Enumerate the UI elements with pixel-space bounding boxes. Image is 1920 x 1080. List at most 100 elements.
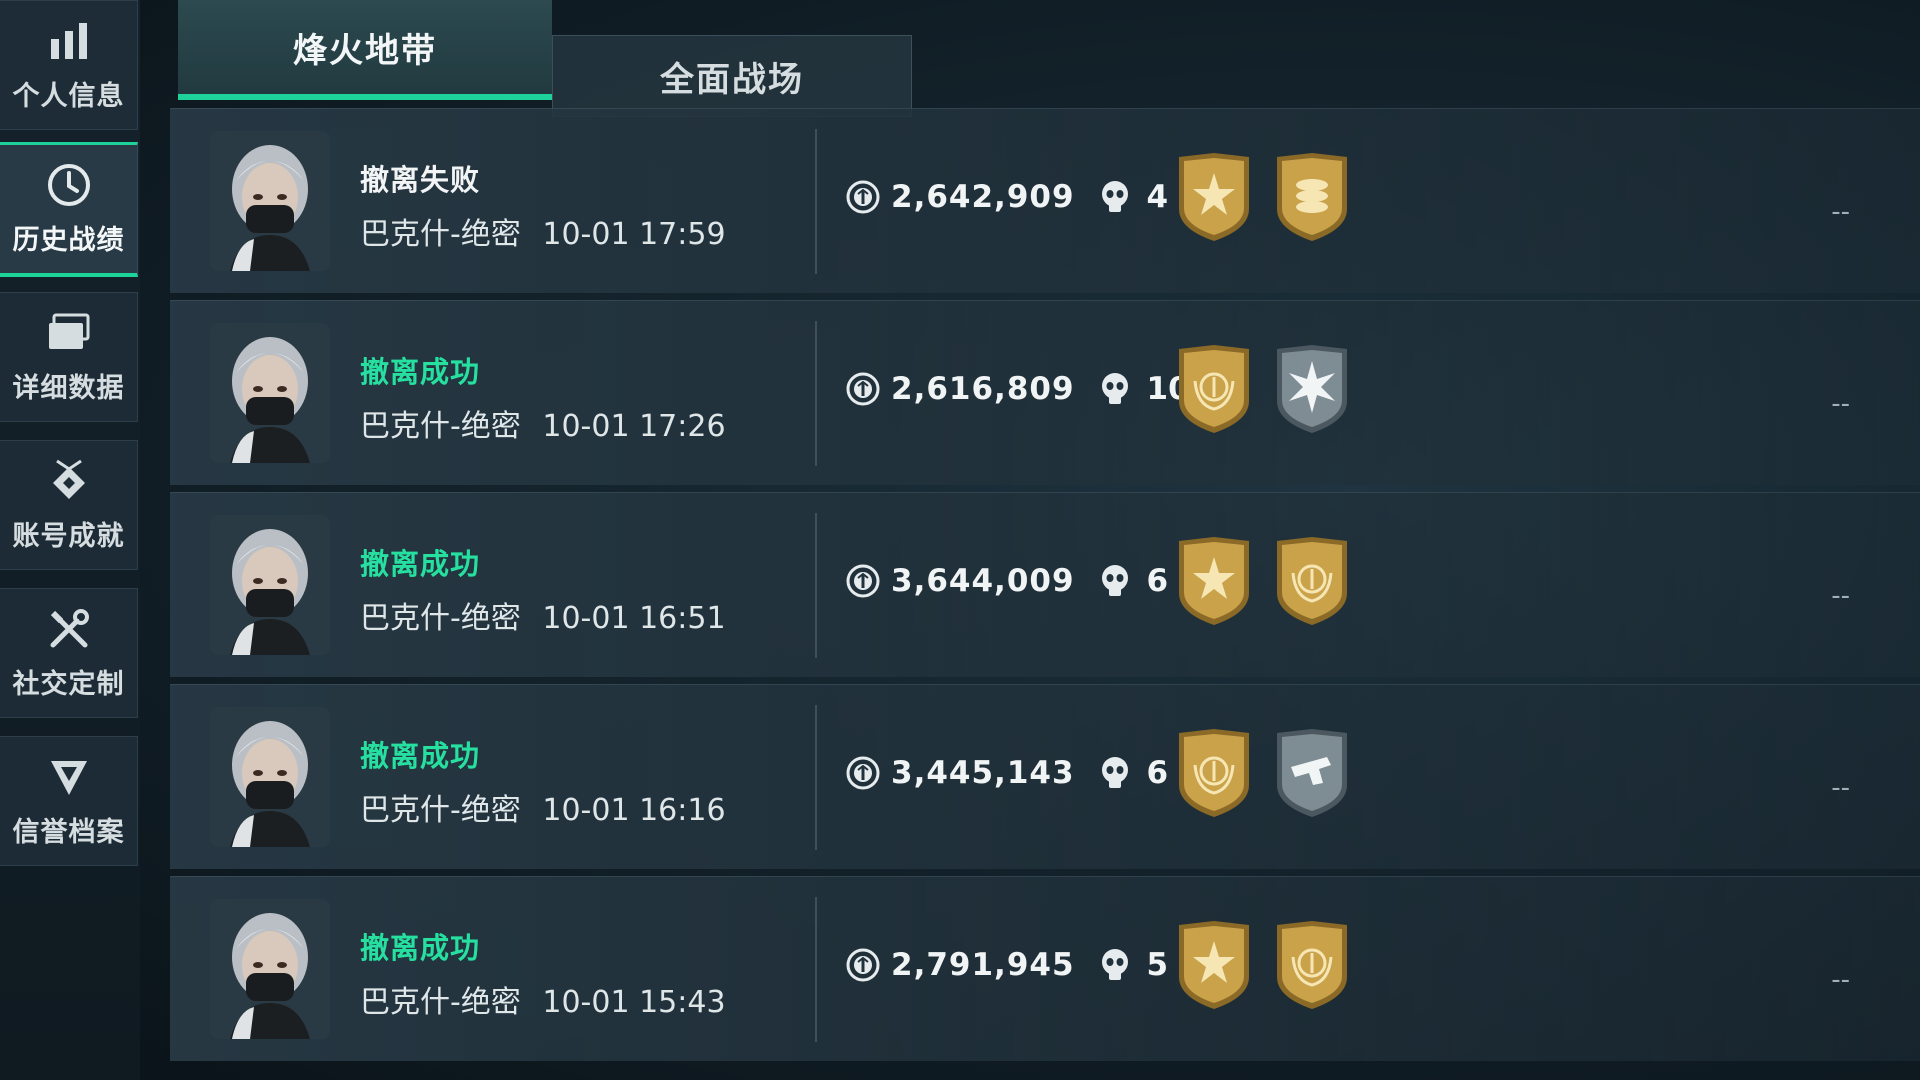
gold-stack-badge[interactable]: [1273, 151, 1351, 243]
map-name: 巴克什-绝密: [360, 985, 521, 1020]
gold-laurel-badge[interactable]: [1175, 727, 1253, 819]
kill-count: 5: [1146, 947, 1169, 983]
map-name: 巴克什-绝密: [360, 217, 521, 252]
sidebar-item-personal-info[interactable]: 个人信息: [0, 0, 138, 130]
sidebar-item-label: 社交定制: [12, 668, 125, 700]
skull-icon: [1097, 563, 1133, 599]
extraction-status: 撤离成功: [360, 355, 481, 389]
match-record-row[interactable]: 撤离失败 巴克什-绝密 10-01 17:59 2,642,909 4 --: [170, 108, 1920, 293]
sidebar-item-achievements[interactable]: 账号成就: [0, 440, 138, 570]
coin-icon: [845, 947, 881, 983]
skull-icon: [1097, 179, 1133, 215]
sidebar-item-reputation[interactable]: 信誉档案: [0, 736, 138, 866]
sidebar-item-detailed-data[interactable]: 详细数据: [0, 292, 138, 422]
record-dash: --: [1831, 773, 1850, 803]
bar-chart-icon: [46, 18, 92, 64]
match-time: 10-01 16:16: [542, 793, 726, 828]
gold-star-badge[interactable]: [1175, 535, 1253, 627]
record-dash: --: [1831, 197, 1850, 227]
achievement-icon: [46, 458, 92, 504]
loot-value-group: 2,642,909 4: [845, 179, 1168, 215]
badge-group: [1175, 919, 1351, 1011]
badge-group: [1175, 727, 1351, 819]
map-name: 巴克什-绝密: [360, 409, 521, 444]
tools-icon: [46, 606, 92, 652]
sidebar-item-history[interactable]: 历史战绩: [0, 142, 138, 277]
coin-icon: [845, 755, 881, 791]
badge-group: [1175, 151, 1351, 243]
operator-portrait: [210, 707, 330, 847]
gold-star-badge[interactable]: [1175, 151, 1253, 243]
match-time: 10-01 17:26: [542, 409, 726, 444]
match-info: 巴克什-绝密 10-01 15:43: [360, 977, 726, 1021]
match-record-row[interactable]: 撤离成功 巴克什-绝密 10-01 16:51 3,644,009 6 --: [170, 492, 1920, 677]
operator-portrait: [210, 899, 330, 1039]
loot-value-group: 3,445,143 6: [845, 755, 1168, 791]
record-dash: --: [1831, 965, 1850, 995]
sidebar: 个人信息 历史战绩 详细数据 账号成就 社交定制 信誉档案: [0, 0, 140, 1080]
map-name: 巴克什-绝密: [360, 793, 521, 828]
row-divider: [815, 129, 817, 274]
match-info: 巴克什-绝密 10-01 16:16: [360, 785, 726, 829]
sidebar-item-label: 历史战绩: [12, 224, 125, 256]
match-info: 巴克什-绝密 10-01 17:59: [360, 209, 726, 253]
silver-burst-badge[interactable]: [1273, 343, 1351, 435]
match-info: 巴克什-绝密 10-01 16:51: [360, 593, 726, 637]
kill-count: 4: [1146, 179, 1169, 215]
gold-laurel-badge[interactable]: [1175, 343, 1253, 435]
kill-count: 6: [1146, 563, 1169, 599]
screen: 个人信息 历史战绩 详细数据 账号成就 社交定制 信誉档案 烽火地带 全面战场 …: [0, 0, 1920, 1080]
tab-full-battlefield[interactable]: 全面战场: [552, 35, 912, 117]
match-time: 10-01 16:51: [542, 601, 726, 636]
row-divider: [815, 513, 817, 658]
sidebar-item-social[interactable]: 社交定制: [0, 588, 138, 718]
coin-icon: [845, 563, 881, 599]
match-record-row[interactable]: 撤离成功 巴克什-绝密 10-01 17:26 2,616,809 10 --: [170, 300, 1920, 485]
gold-star-badge[interactable]: [1175, 919, 1253, 1011]
badge-group: [1175, 343, 1351, 435]
coin-icon: [845, 179, 881, 215]
badge-group: [1175, 535, 1351, 627]
shield-icon: [46, 754, 92, 800]
operator-portrait: [210, 131, 330, 271]
loot-value: 3,644,009: [891, 563, 1075, 599]
map-name: 巴克什-绝密: [360, 601, 521, 636]
sidebar-item-label: 个人信息: [12, 80, 125, 112]
silver-gun-badge[interactable]: [1273, 727, 1351, 819]
sidebar-item-label: 信誉档案: [12, 816, 125, 848]
gold-laurel-badge[interactable]: [1273, 919, 1351, 1011]
coin-icon: [845, 371, 881, 407]
loot-value: 3,445,143: [891, 755, 1075, 791]
record-dash: --: [1831, 581, 1850, 611]
match-record-row[interactable]: 撤离成功 巴克什-绝密 10-01 16:16 3,445,143 6 --: [170, 684, 1920, 869]
sidebar-item-label: 账号成就: [12, 520, 125, 552]
folder-icon: [46, 310, 92, 356]
match-record-row[interactable]: 撤离成功 巴克什-绝密 10-01 15:43 2,791,945 5 --: [170, 876, 1920, 1061]
loot-value-group: 3,644,009 6: [845, 563, 1168, 599]
row-divider: [815, 705, 817, 850]
match-time: 10-01 15:43: [542, 985, 726, 1020]
sidebar-item-label: 详细数据: [12, 372, 125, 404]
clock-icon: [46, 162, 92, 208]
row-divider: [815, 321, 817, 466]
extraction-status: 撤离失败: [360, 163, 481, 197]
operator-portrait: [210, 515, 330, 655]
kill-count: 6: [1146, 755, 1169, 791]
extraction-status: 撤离成功: [360, 547, 481, 581]
extraction-status: 撤离成功: [360, 931, 481, 965]
loot-value: 2,616,809: [891, 371, 1075, 407]
skull-icon: [1097, 947, 1133, 983]
skull-icon: [1097, 755, 1133, 791]
row-divider: [815, 897, 817, 1042]
loot-value: 2,642,909: [891, 179, 1075, 215]
operator-portrait: [210, 323, 330, 463]
skull-icon: [1097, 371, 1133, 407]
mode-tabs: 烽火地带 全面战场: [178, 0, 912, 117]
record-dash: --: [1831, 389, 1850, 419]
gold-laurel-badge[interactable]: [1273, 535, 1351, 627]
loot-value-group: 2,791,945 5: [845, 947, 1168, 983]
loot-value-group: 2,616,809 10: [845, 371, 1190, 407]
tab-haven-zone[interactable]: 烽火地带: [178, 0, 552, 100]
loot-value: 2,791,945: [891, 947, 1075, 983]
extraction-status: 撤离成功: [360, 739, 481, 773]
